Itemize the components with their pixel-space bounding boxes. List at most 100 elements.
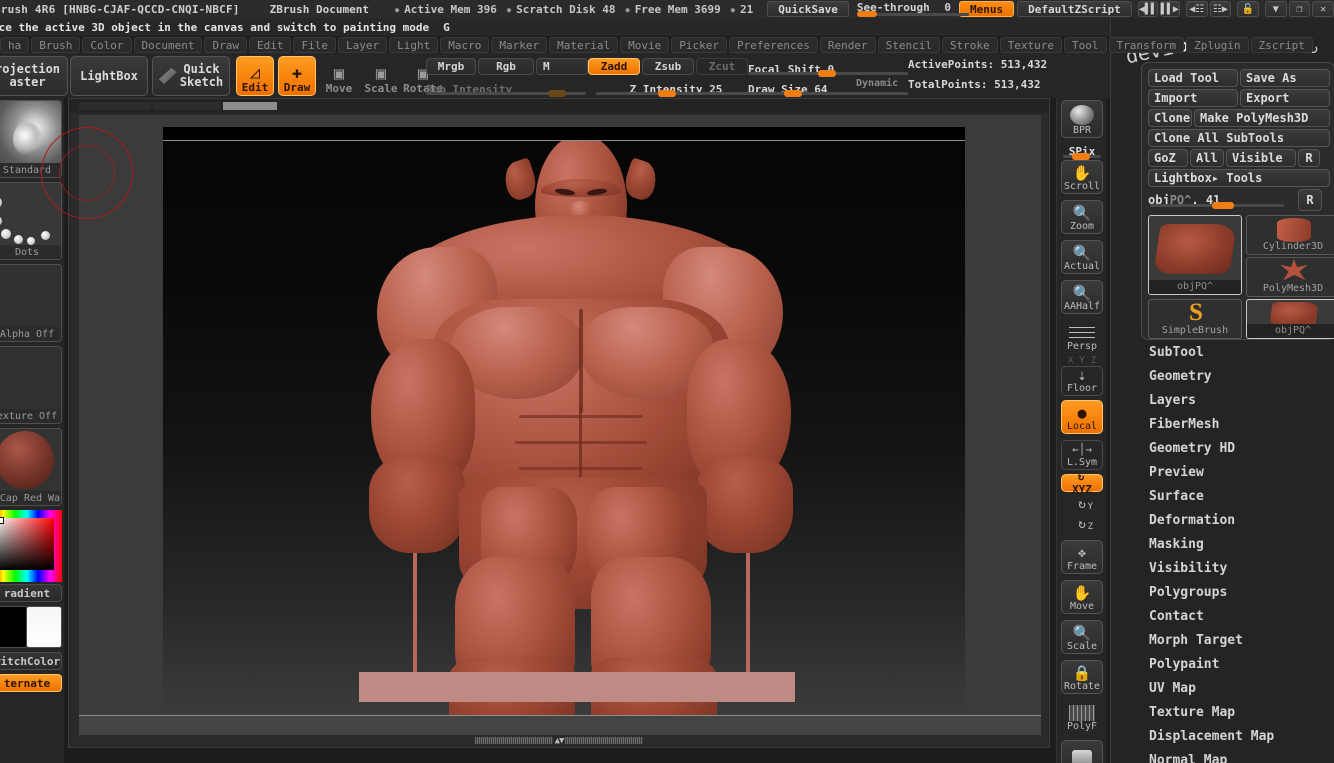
z-intensity-knob[interactable] [658, 90, 676, 97]
tool-section-geometry-hd[interactable]: Geometry HD [1111, 436, 1334, 460]
menu-item-marker[interactable]: Marker [491, 37, 548, 53]
draw-size-slider[interactable]: Draw Size 64 Dynamic [748, 78, 908, 97]
zoom-button[interactable]: 🔍 Zoom [1061, 200, 1103, 234]
menu-item-picker[interactable]: Picker [671, 37, 727, 53]
local-button[interactable]: ● Local [1061, 400, 1103, 434]
menu-item-transform[interactable]: Transform [1108, 37, 1185, 53]
tool-section-polygroups[interactable]: Polygroups [1111, 580, 1334, 604]
tool-item-slider[interactable]: objPQ^. 41 [1148, 189, 1294, 209]
persp-button[interactable]: Persp [1061, 322, 1103, 354]
menu-item-draw[interactable]: Draw [204, 37, 247, 53]
quicksave-button[interactable]: QuickSave [767, 1, 849, 17]
tool-section-contact[interactable]: Contact [1111, 604, 1334, 628]
m-button[interactable]: M [536, 58, 588, 75]
tool-section-uv-map[interactable]: UV Map [1111, 676, 1334, 700]
all-button[interactable]: All [1190, 149, 1224, 167]
floor-button[interactable]: ⇣ Floor [1061, 366, 1103, 396]
tool-section-texture-map[interactable]: Texture Map [1111, 700, 1334, 724]
menu-item-document[interactable]: Document [133, 37, 203, 53]
spix-knob[interactable] [1072, 153, 1090, 160]
quick-sketch-button[interactable]: Quick Sketch [152, 56, 230, 96]
scroll-track-right[interactable] [565, 737, 644, 744]
rotate-y-button[interactable]: ↻ Y [1061, 496, 1103, 514]
texture-selector[interactable]: exture Off [0, 346, 62, 424]
menu-item-preferences[interactable]: Preferences [728, 37, 818, 53]
z-intensity-slider[interactable]: Z Intensity 25 [596, 78, 756, 97]
saturation-value-square[interactable] [0, 518, 54, 570]
transp-button[interactable] [1061, 740, 1103, 763]
menu-item-color[interactable]: Color [82, 37, 132, 53]
menu-item-ha[interactable]: ha [0, 37, 30, 53]
clone-button[interactable]: Clone [1148, 109, 1192, 127]
tool-section-morph-target[interactable]: Morph Target [1111, 628, 1334, 652]
document-canvas[interactable] [41, 115, 1041, 735]
rgb-intensity-slider[interactable]: Rgb Intensity [426, 78, 586, 97]
menu-item-material[interactable]: Material [549, 37, 619, 53]
zscript-button[interactable]: DefaultZScript [1017, 1, 1132, 17]
visible-r-button[interactable]: R [1298, 149, 1320, 167]
simplebrush-thumbnail[interactable]: S SimpleBrush [1148, 299, 1242, 339]
polymesh3d-thumbnail[interactable]: PolyMesh3D [1246, 257, 1334, 297]
tool-section-normal-map[interactable]: Normal Map [1111, 748, 1334, 763]
menu-item-stroke[interactable]: Stroke [941, 37, 998, 53]
tool-section-preview[interactable]: Preview [1111, 460, 1334, 484]
polyframe-button[interactable]: PolyF [1061, 702, 1103, 734]
zsub-button[interactable]: Zsub [642, 58, 694, 75]
see-through-slider[interactable]: See-through 0 [856, 1, 969, 17]
rotate-z-button[interactable]: ↻ Z [1061, 516, 1103, 534]
menu-item-edit[interactable]: Edit [248, 37, 292, 53]
save-as-button[interactable]: Save As [1240, 69, 1330, 87]
clone-all-subtools-button[interactable]: Clone All SubTools [1148, 129, 1330, 147]
canvas-area[interactable]: ▲▼ [41, 98, 1050, 748]
close-icon[interactable]: ✕ [1312, 1, 1334, 17]
move-mode-button[interactable]: ▣ Move [320, 56, 358, 96]
scale-mode-button[interactable]: ▣ Scale [362, 56, 400, 96]
tool-section-subtool[interactable]: SubTool [1111, 340, 1334, 364]
make-polymesh3d-button[interactable]: Make PolyMesh3D [1194, 109, 1330, 127]
rgb-intensity-knob[interactable] [548, 90, 566, 97]
zcut-button[interactable]: Zcut [696, 58, 748, 75]
goz-button[interactable]: GoZ [1148, 149, 1188, 167]
tool-section-polypaint[interactable]: Polypaint [1111, 652, 1334, 676]
primary-color-swatch[interactable] [0, 606, 28, 648]
scroll-track-left[interactable] [474, 737, 553, 744]
visible-button[interactable]: Visible [1226, 149, 1296, 167]
next-palette-icon[interactable]: ▌▌▶ [1159, 1, 1180, 17]
export-button[interactable]: Export [1240, 89, 1330, 107]
tool-section-masking[interactable]: Masking [1111, 532, 1334, 556]
menu-item-zscript[interactable]: Zscript [1250, 37, 1313, 53]
prev-palette-icon[interactable]: ◀▌▌ [1137, 1, 1158, 17]
menu-item-texture[interactable]: Texture [999, 37, 1063, 53]
zadd-button[interactable]: Zadd [588, 58, 640, 75]
menu-item-tool[interactable]: Tool [1064, 37, 1107, 53]
tool-section-geometry[interactable]: Geometry [1111, 364, 1334, 388]
aahalf-button[interactable]: 🔍 AAHalf [1061, 280, 1103, 314]
actual-button[interactable]: 🔍 Actual [1061, 240, 1103, 274]
tool-section-visibility[interactable]: Visibility [1111, 556, 1334, 580]
alternate-button[interactable]: ternate [0, 674, 62, 692]
move-rail-button[interactable]: ✋ Move [1061, 580, 1103, 614]
lsym-button[interactable]: ←│→ L.Sym [1061, 440, 1103, 470]
lightbox-button[interactable]: LightBox [70, 56, 148, 96]
objpq-thumbnail[interactable]: objPQ^ [1246, 299, 1334, 339]
menu-item-layer[interactable]: Layer [337, 37, 388, 53]
menu-item-light[interactable]: Light [389, 37, 439, 53]
rotate-rail-button[interactable]: 🔒 Rotate [1061, 660, 1103, 694]
menu-item-render[interactable]: Render [819, 37, 876, 53]
projection-master-button[interactable]: rojection aster [0, 56, 68, 96]
color-picker[interactable] [0, 510, 62, 582]
scroll-arrows-icon[interactable]: ▲▼ [555, 736, 565, 746]
frame-button[interactable]: ✥ Frame [1061, 540, 1103, 574]
see-through-knob[interactable] [856, 11, 877, 17]
lock-icon[interactable]: 🔓 [1237, 1, 1259, 17]
scale-rail-button[interactable]: 🔍 Scale [1061, 620, 1103, 654]
restore-icon[interactable]: ❐ [1288, 1, 1311, 17]
dock-right-icon[interactable]: ☷▶ [1209, 1, 1232, 17]
minimize-icon[interactable]: ▼ [1264, 1, 1287, 17]
menu-item-zplugin[interactable]: Zplugin [1186, 37, 1249, 53]
focal-shift-slider[interactable]: Focal Shift 0 [748, 58, 908, 77]
draw-size-knob[interactable] [784, 90, 802, 97]
edit-mode-button[interactable]: ◿ Edit [236, 56, 274, 96]
tool-section-fibermesh[interactable]: FiberMesh [1111, 412, 1334, 436]
import-button[interactable]: Import [1148, 89, 1238, 107]
